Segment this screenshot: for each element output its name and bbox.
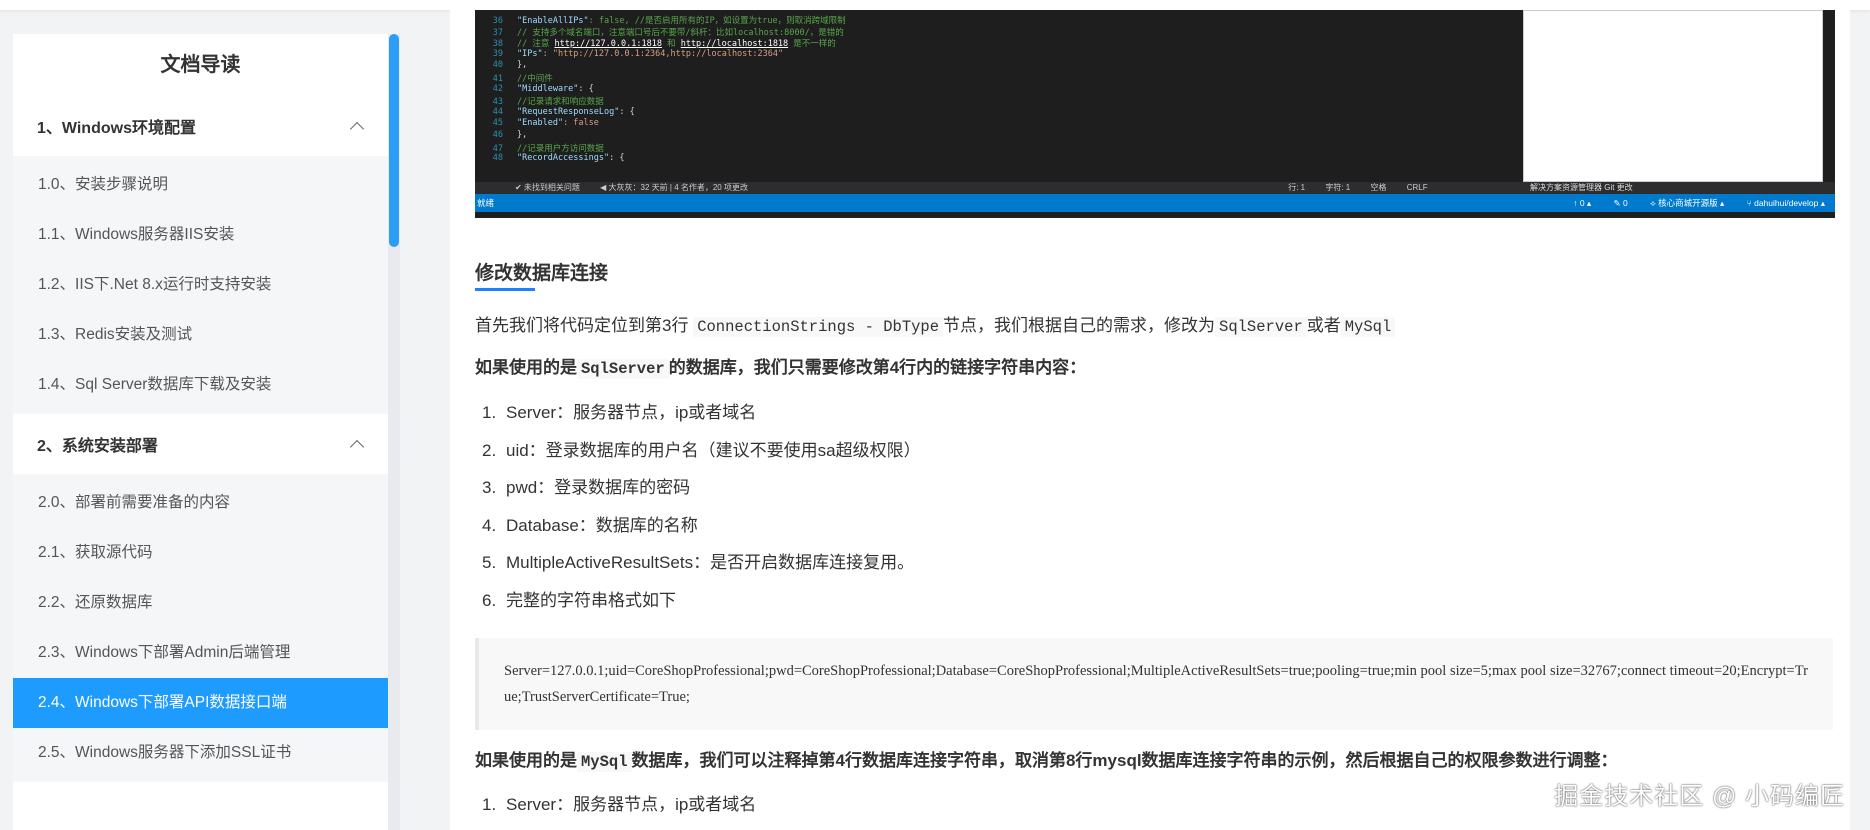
code-line: 47//记录用户方访问数据 (492, 143, 604, 154)
sidebar-item[interactable]: 2.0、部署前需要准备的内容 (13, 478, 388, 528)
list-item: 1. Server：服务器节点，ip或者域名 (482, 403, 757, 422)
inline-code: MySql (577, 752, 632, 772)
doc-sidebar: 文档导读 1、Windows环境配置 1.0、安装步骤说明 1.1、Window… (13, 34, 400, 830)
code-line: 38// 注意 http://127.0.0.1:1818 和 http://l… (492, 39, 836, 50)
code-block[interactable]: Server=127.0.0.1;uid=CoreShopProfessiona… (475, 638, 1833, 730)
code-line: 37// 支持多个域名端口，注意端口号后不要带/斜杆：比如localhost:8… (492, 27, 844, 38)
ide-status-bar: 就绪 ↑ 0 ▴ ✎ 0 ⟡ 核心商城开源版 ▴ ⑂ dahuihui/deve… (475, 194, 1835, 212)
heading-underline (475, 288, 535, 291)
section-items: 1.0、安装步骤说明 1.1、Windows服务器IIS安装 1.2、IIS下.… (13, 156, 388, 414)
list-item: 4. Database：数据库的名称 (482, 515, 698, 535)
code-line: 42 "Middleware": { (492, 83, 594, 94)
sidebar-item[interactable]: 1.1、Windows服务器IIS安装 (13, 210, 388, 260)
sidebar-item[interactable]: 1.3、Redis安装及测试 (13, 310, 388, 360)
sidebar-item[interactable]: 1.2、IIS下.Net 8.x运行时支持安装 (13, 260, 388, 310)
sidebar-item[interactable]: 2.1、获取源代码 (13, 528, 388, 578)
sidebar-item[interactable]: 2.2、还原数据库 (13, 578, 388, 628)
inline-code: SqlServer (577, 359, 669, 379)
sidebar-item[interactable]: 2.5、Windows服务器下添加SSL证书 (13, 728, 388, 778)
ordered-list: 1. Server：服务器节点，ip或者域名 2. uid：登录数据库的用户名（建议… (475, 394, 921, 620)
inline-code: ConnectionStrings - DbType (693, 317, 944, 337)
code-editor: 36 "EnableAllIPs": false, //是否启用所有的IP，如设置… (475, 10, 1505, 182)
inline-code: SqlServer (1215, 317, 1307, 337)
ide-screenshot: 36 "EnableAllIPs": false, //是否启用所有的IP，如设置… (475, 10, 1835, 218)
section-heading: 修改数据库连接 (475, 263, 609, 284)
code-line: 39 "IPs": "http://127.0.0.1:2364,http://l… (492, 48, 784, 59)
chevron-up-icon[interactable] (349, 121, 365, 137)
code-line: 41//中间件 (492, 73, 553, 84)
code-line: 43//记录请求和响应数据 (492, 97, 604, 108)
sidebar-item-active[interactable]: 2.4、Windows下部署API数据接口端 (13, 678, 388, 728)
section-label: 2、系统安装部署 (37, 438, 158, 455)
sidebar-scrollbar-track[interactable] (388, 34, 400, 830)
article-content: 36 "EnableAllIPs": false, //是否启用所有的IP，如设置… (450, 0, 1850, 830)
paragraph: 首先我们将代码定位到第3行 ConnectionStrings - DbType… (475, 313, 1396, 340)
sidebar-section-deploy[interactable]: 2、系统安装部署 (13, 414, 388, 474)
bold-paragraph: 如果使用的是 SqlServer 的数据库，我们只需要修改第4行内的链接字符串内容： (475, 358, 1087, 379)
panel-tabs: 解决方案资源管理器 Git 更改 (1530, 183, 1633, 192)
list-item: 5. MultipleActiveResultSets：是否开启数据库连接复用。 (482, 553, 915, 573)
code-line: 44 "RequestResponseLog": { (492, 106, 635, 117)
ordered-list: 1. Server：服务器节点，ip或者域名 (475, 786, 756, 824)
list-item: 2. uid：登录数据库的用户名（建议不要使用sa超级权限） (482, 440, 921, 460)
sidebar-item[interactable]: 1.0、安装步骤说明 (13, 160, 388, 210)
section-items: 2.0、部署前需要准备的内容 2.1、获取源代码 2.2、还原数据库 2.3、W… (13, 474, 388, 782)
inline-code: MySql (1340, 317, 1396, 337)
code-line: 40}, (492, 60, 528, 71)
code-line: 36 "EnableAllIPs": false, //是否启用所有的IP，如设置… (492, 16, 846, 26)
bold-paragraph: 如果使用的是 MySql 数据库，我们可以注释掉第4行数据库连接字符串，取消第8行m… (475, 751, 1618, 772)
solution-explorer-panel (1523, 10, 1823, 182)
sidebar-title: 文档导读 (160, 54, 241, 76)
watermark: 掘金技术社区 @ 小码编匠 (1554, 783, 1845, 810)
sidebar-item[interactable]: 1.4、Sql Server数据库下载及安装 (13, 360, 388, 410)
sidebar-item[interactable]: 2.3、Windows下部署Admin后端管理 (13, 628, 388, 678)
code-line: 46}, (492, 129, 528, 140)
section-label: 1、Windows环境配置 (37, 120, 196, 137)
list-item: 3. pwd：登录数据库的密码 (482, 478, 691, 498)
code-line: 48 "RecordAccessings": { (492, 153, 625, 164)
list-item: 6. 完整的字符串格式如下 (482, 590, 676, 610)
sidebar-section-windows-env[interactable]: 1、Windows环境配置 (13, 96, 388, 156)
code-line: 45 "Enabled": false (492, 118, 599, 129)
chevron-up-icon[interactable] (349, 439, 365, 455)
sidebar-scrollbar-thumb[interactable] (389, 34, 399, 247)
list-item: 1. Server：服务器节点，ip或者域名 (482, 795, 757, 814)
